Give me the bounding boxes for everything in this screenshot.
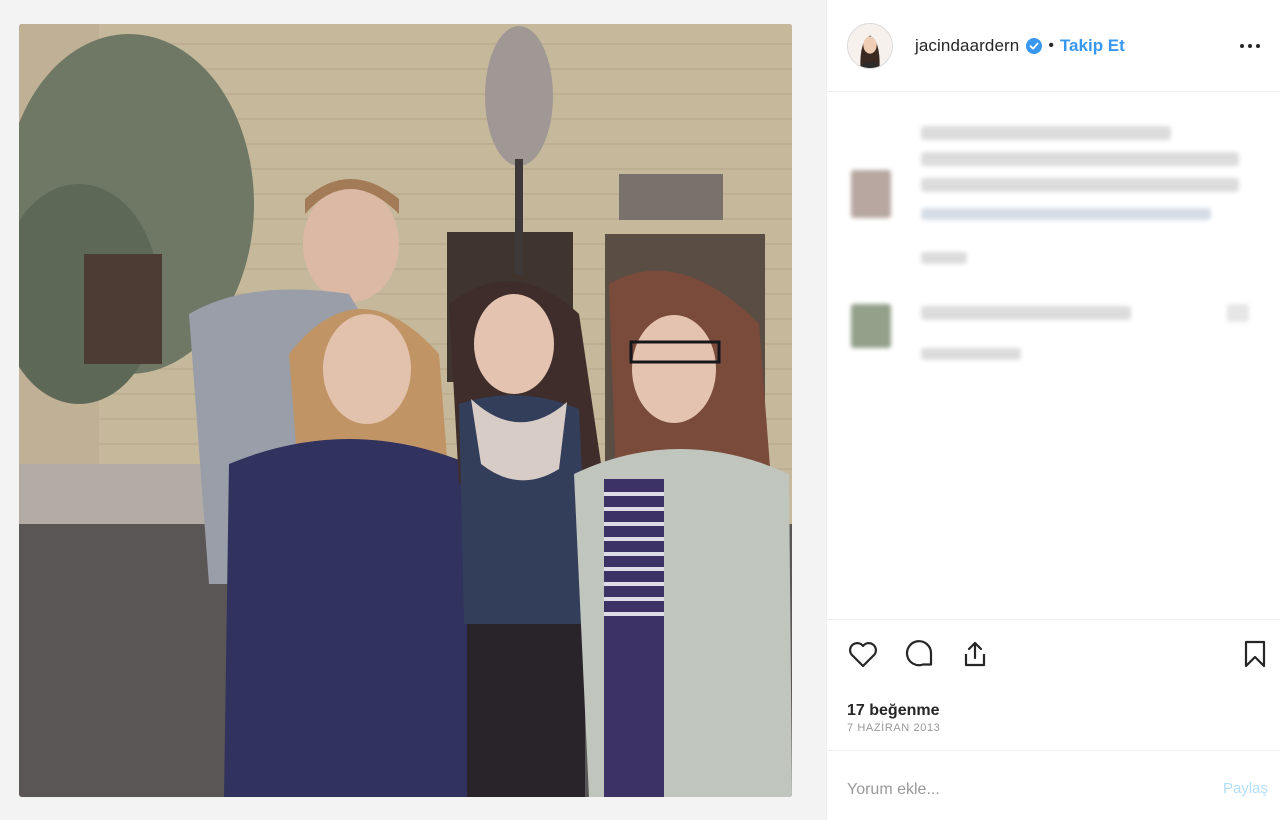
redacted-like-icon xyxy=(1227,304,1249,322)
separator-dot: • xyxy=(1048,36,1054,54)
more-options-icon[interactable] xyxy=(1238,34,1262,58)
comment-input[interactable] xyxy=(847,772,1197,808)
post-comment-button[interactable]: Paylaş xyxy=(1223,780,1268,797)
follow-button[interactable]: Takip Et xyxy=(1060,36,1125,56)
redacted-comment-line xyxy=(921,126,1171,140)
comments-area xyxy=(827,92,1280,620)
post-timestamp[interactable]: 7 HAZİRAN 2013 xyxy=(847,722,940,734)
avatar[interactable] xyxy=(847,22,893,69)
redacted-comment-line xyxy=(921,208,1211,220)
redacted-comment-meta xyxy=(921,252,967,264)
heart-icon[interactable] xyxy=(845,636,881,672)
post-photo[interactable] xyxy=(19,24,792,797)
likes-count[interactable]: 17 beğenme xyxy=(847,702,939,720)
redacted-comment-line xyxy=(921,152,1239,166)
post-media-panel xyxy=(0,0,826,820)
redacted-comment-line xyxy=(921,306,1131,320)
redacted-avatar xyxy=(851,304,891,348)
redacted-comment-meta xyxy=(921,348,1021,360)
share-upload-icon[interactable] xyxy=(957,636,993,672)
redacted-comment-line xyxy=(921,178,1239,192)
verified-badge-icon xyxy=(1026,37,1043,54)
post-actions: 17 beğenme xyxy=(827,620,1280,730)
post-header: jacindaardern • Takip Et xyxy=(827,0,1280,92)
divider xyxy=(827,750,1280,751)
bookmark-icon[interactable] xyxy=(1237,636,1273,672)
group-photo-image xyxy=(19,24,792,797)
redacted-avatar xyxy=(851,170,891,218)
post-sidebar: jacindaardern • Takip Et 17 beğenme 7 HA… xyxy=(826,0,1280,820)
comment-bubble-icon[interactable] xyxy=(901,636,937,672)
username-link[interactable]: jacindaardern xyxy=(915,36,1019,56)
